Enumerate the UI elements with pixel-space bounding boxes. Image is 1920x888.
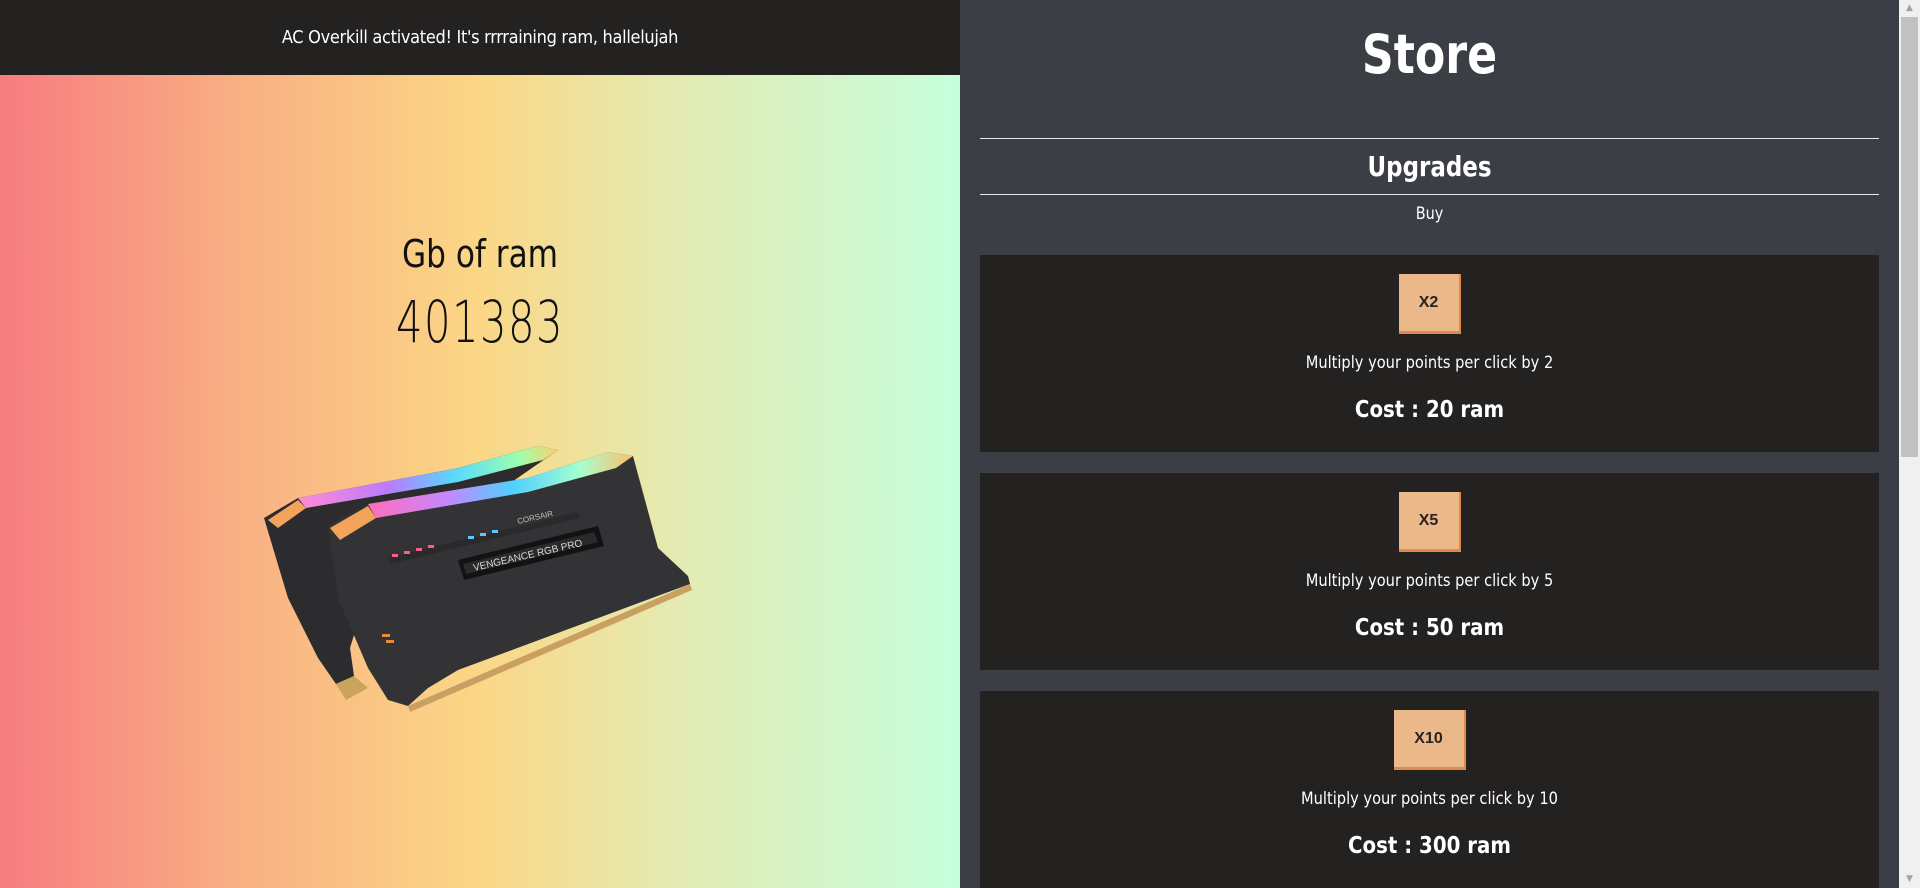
upgrade-card-x5: X5 Multiply your points per click by 5 C…: [980, 473, 1879, 670]
upgrade-card-x2: X2 Multiply your points per click by 2 C…: [980, 255, 1879, 452]
upgrade-cost: Cost : 20 ram: [1354, 397, 1505, 423]
game-area: AC Overkill activated! It's rrrraining r…: [0, 0, 960, 888]
upgrade-cost: Cost : 300 ram: [1348, 833, 1511, 859]
upgrade-cost: Cost : 50 ram: [1354, 615, 1505, 641]
upgrade-card-x10: X10 Multiply your points per click by 10…: [980, 691, 1879, 888]
buy-x5-button[interactable]: X5: [1398, 492, 1461, 552]
store-content: Store Upgrades Buy X2 Multiply your poin…: [980, 0, 1879, 888]
store-panel: Store Upgrades Buy X2 Multiply your poin…: [960, 0, 1920, 888]
ram-stick-image[interactable]: VENGEANCE RGB PRO CORSAIR: [258, 438, 698, 718]
counter-value: 401383: [395, 288, 565, 356]
store-title: Store: [1361, 23, 1498, 86]
chevron-down-icon[interactable]: ▼: [1899, 871, 1920, 888]
app-root: AC Overkill activated! It's rrrraining r…: [0, 0, 1920, 888]
buy-x2-button[interactable]: X2: [1398, 274, 1461, 334]
announcement-banner: AC Overkill activated! It's rrrraining r…: [0, 0, 960, 75]
upgrades-heading: Upgrades: [1367, 150, 1492, 183]
chevron-up-icon[interactable]: ▲: [1899, 0, 1920, 17]
buy-label: Buy: [1415, 204, 1444, 224]
counter-label: Gb of ram: [401, 232, 559, 276]
buy-x10-button[interactable]: X10: [1393, 710, 1466, 770]
upgrade-description: Multiply your points per click by 10: [1301, 789, 1558, 809]
scrollbar-thumb[interactable]: [1901, 17, 1918, 457]
banner-message: AC Overkill activated! It's rrrraining r…: [281, 27, 679, 48]
upgrade-description: Multiply your points per click by 2: [1305, 353, 1554, 373]
upgrade-description: Multiply your points per click by 5: [1305, 571, 1554, 591]
store-scrollbar[interactable]: ▲ ▼: [1899, 0, 1920, 888]
